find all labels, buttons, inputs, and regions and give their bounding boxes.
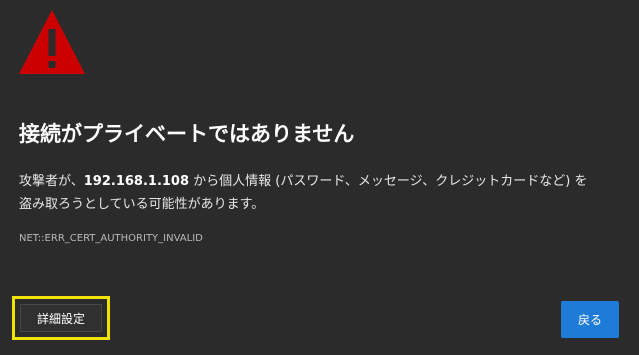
- host-address: 192.168.1.108: [83, 174, 190, 189]
- warning-triangle-icon: [19, 10, 85, 74]
- advanced-button[interactable]: 詳細設定: [12, 296, 110, 340]
- back-button[interactable]: 戻る: [561, 301, 619, 338]
- message-text: 盗み取ろうとしている可能性があります。: [19, 197, 265, 212]
- advanced-button-label[interactable]: 詳細設定: [20, 304, 102, 332]
- error-code: NET::ERR_CERT_AUTHORITY_INVALID: [19, 233, 203, 244]
- error-message: 攻撃者が、192.168.1.108 から個人情報 (パスワード、メッセージ、ク…: [19, 170, 619, 216]
- message-text: 攻撃者が、: [19, 174, 84, 189]
- page-title: 接続がプライベートではありません: [19, 122, 355, 146]
- message-text: から個人情報 (パスワード、メッセージ、クレジットカードなど) を: [189, 174, 588, 189]
